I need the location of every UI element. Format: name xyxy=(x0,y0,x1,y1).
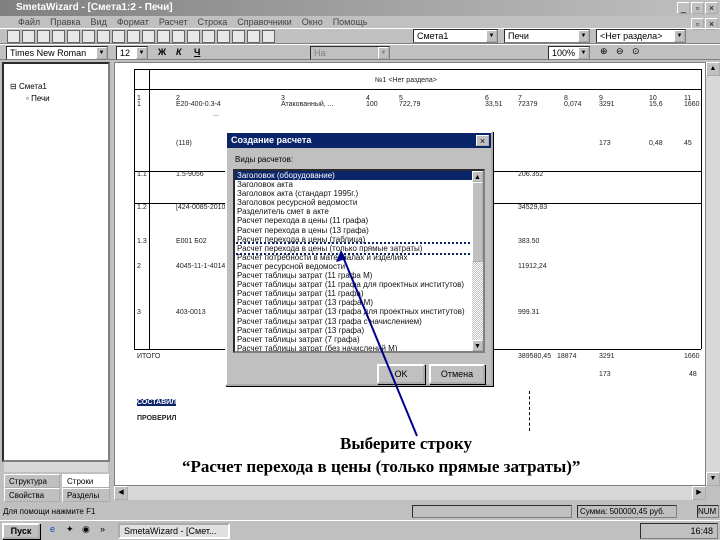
start-button[interactable]: Пуск xyxy=(2,523,40,539)
start-label: Пуск xyxy=(10,526,32,536)
more-icon[interactable]: » xyxy=(100,524,105,534)
clock: 16:48 xyxy=(690,526,713,536)
taskbar-task[interactable]: SmetaWizard - [Смет... xyxy=(118,523,230,539)
callout-line1: Выберите строку xyxy=(340,434,472,453)
status-sum: Сумма: 500000,45 руб. xyxy=(577,505,677,518)
tray: 16:48 xyxy=(640,523,718,539)
callout-line2: “Расчет перехода в цены (только прямые з… xyxy=(182,457,581,476)
status-bar: Для помощи нажмите F1 Сумма: 500000,45 р… xyxy=(0,504,720,519)
status-help: Для помощи нажмите F1 xyxy=(3,507,96,516)
status-num: NUM xyxy=(697,505,719,518)
ie-icon[interactable]: e xyxy=(50,524,55,534)
status-panel xyxy=(412,505,572,518)
outlook-icon[interactable]: ◉ xyxy=(82,524,90,535)
desktop-icon[interactable]: ✦ xyxy=(66,524,74,535)
taskbar: Пуск e ✦ ◉ » SmetaWizard - [Смет... 16:4… xyxy=(0,520,720,540)
